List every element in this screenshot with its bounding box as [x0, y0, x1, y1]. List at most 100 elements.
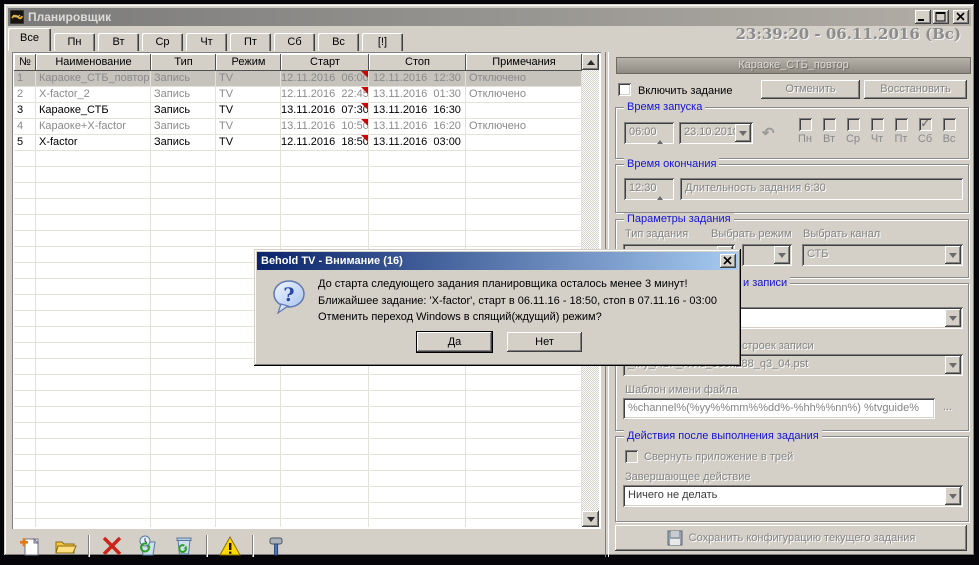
cell-num [14, 199, 36, 215]
scroll-up-button[interactable] [582, 54, 599, 70]
cell-mode [216, 423, 281, 439]
tab-Вс[interactable]: Вс [318, 33, 359, 51]
cell-mode: TV [216, 119, 281, 135]
cell-type [151, 167, 216, 183]
cell-num [14, 471, 36, 487]
tab-Сб[interactable]: Сб [274, 33, 315, 51]
tab-[!][interactable]: [!] [362, 33, 403, 51]
cancel-button: Отменить [761, 80, 860, 99]
browse-more-button[interactable]: ... [943, 401, 952, 413]
cell-mode [216, 167, 281, 183]
cell-note [466, 391, 582, 407]
column-header[interactable]: Наименование [36, 54, 151, 71]
toolbar-separator [252, 535, 254, 557]
tab-Вт[interactable]: Вт [98, 33, 139, 51]
question-icon: ? [271, 279, 307, 315]
preset-label: строек записи [742, 340, 814, 352]
tab-Пн[interactable]: Пн [54, 33, 95, 51]
tab-Ср[interactable]: Ср [142, 33, 183, 51]
start-flag-icon [361, 135, 368, 142]
weekday-checkbox [799, 118, 812, 131]
table-row-empty [14, 471, 582, 487]
table-row[interactable]: 2X-factor_2ЗаписьTV12.11.2016 22:4513.11… [14, 87, 582, 103]
svg-text:?: ? [283, 284, 294, 306]
scroll-down-button[interactable] [582, 511, 599, 527]
new-task-icon[interactable] [18, 535, 42, 557]
column-header[interactable]: Примечания [466, 54, 582, 71]
cell-num: 4 [14, 119, 36, 135]
cell-note [466, 199, 582, 215]
cell-num [14, 311, 36, 327]
app-window: Планировщик ВсеПнВтСрЧтПтСбВс[!] 23:39:2… [4, 4, 975, 556]
cell-stop: 13.11.2016 16:20 [369, 119, 466, 135]
final-action-combo[interactable]: Ничего не делать [623, 485, 963, 507]
tab-Все[interactable]: Все [8, 28, 51, 51]
cell-num [14, 519, 36, 527]
weekday-Пн: Пн [793, 118, 817, 145]
no-button[interactable]: Нет [507, 332, 582, 352]
enable-task-checkbox[interactable] [618, 83, 631, 96]
table-row-empty [14, 407, 582, 423]
close-button[interactable] [953, 10, 969, 24]
start-flag-icon [361, 87, 368, 94]
dialog-message-line: Ближайшее задание: 'X-factor', старт в 0… [318, 293, 730, 310]
column-header[interactable]: Тип [151, 54, 216, 71]
start-time-group-title: Время запуска [624, 101, 705, 113]
tab-Чт[interactable]: Чт [186, 33, 227, 51]
cell-num [14, 327, 36, 343]
cell-name [36, 295, 151, 311]
cell-type [151, 439, 216, 455]
start-time-group: Время запуска 06:00 23.10.2010 ↶ ПнВтСрЧ… [615, 107, 969, 159]
weekday-label: Вт [817, 133, 841, 145]
dialog-close-icon[interactable] [720, 254, 736, 268]
cell-num [14, 167, 36, 183]
table-row[interactable]: 1Караоке_СТБ_повторЗаписьTV12.11.2016 06… [14, 71, 582, 87]
toolbar-separator [88, 535, 90, 557]
yes-button[interactable]: Да [417, 332, 492, 352]
cell-type [151, 263, 216, 279]
table-row[interactable]: 3Караоке_СТБЗаписьTV13.11.2016 07:3013.1… [14, 103, 582, 119]
cell-type: Запись [151, 103, 216, 119]
end-time-spinner: 12:30 [624, 178, 674, 200]
cell-mode [216, 471, 281, 487]
column-header[interactable]: Режим [216, 54, 281, 71]
open-folder-icon[interactable] [54, 535, 78, 557]
cell-num [14, 343, 36, 359]
warning-icon[interactable] [218, 535, 242, 557]
table-row[interactable]: 4Караоке+X-factorЗаписьTV13.11.2016 10:5… [14, 119, 582, 135]
cell-type: Запись [151, 87, 216, 103]
cell-num: 1 [14, 71, 36, 87]
cell-name [36, 263, 151, 279]
cell-stop: 13.11.2016 03:00 [369, 135, 466, 151]
cell-name: Караоке_СТБ [36, 103, 151, 119]
record-settings-group-title: и записи [740, 277, 790, 289]
delete-icon[interactable] [100, 535, 124, 557]
clear-all-icon[interactable] [172, 535, 196, 557]
column-header[interactable]: № [14, 54, 36, 71]
cell-note: Отключено [466, 119, 582, 135]
cell-mode [216, 183, 281, 199]
floppy-icon [667, 530, 683, 546]
column-header[interactable]: Стоп [369, 54, 466, 71]
cell-start [281, 471, 369, 487]
cell-stop: 12.11.2016 12:30 [369, 71, 466, 87]
cell-name [36, 519, 151, 527]
cell-stop [369, 215, 466, 231]
table-row-empty [14, 503, 582, 519]
tools-icon[interactable] [264, 535, 288, 557]
tab-Пт[interactable]: Пт [230, 33, 271, 51]
cell-mode [216, 487, 281, 503]
cell-type [151, 359, 216, 375]
column-header[interactable]: Старт [281, 54, 369, 71]
table-row[interactable]: 5X-factorЗаписьTV12.11.2016 18:5013.11.2… [14, 135, 582, 151]
minimize-button[interactable] [915, 10, 931, 24]
maximize-button[interactable] [933, 10, 949, 24]
filename-template-input[interactable]: %channel%(%yy%%mm%%dd%-%hh%%nn%) %tvguid… [623, 398, 935, 419]
weekday-label: Пн [793, 133, 817, 145]
weekday-checkbox [823, 118, 836, 131]
cell-num: 2 [14, 87, 36, 103]
clear-expired-icon[interactable] [136, 535, 160, 557]
cell-name [36, 231, 151, 247]
weekday-checkbox [895, 118, 908, 131]
cell-name [36, 359, 151, 375]
